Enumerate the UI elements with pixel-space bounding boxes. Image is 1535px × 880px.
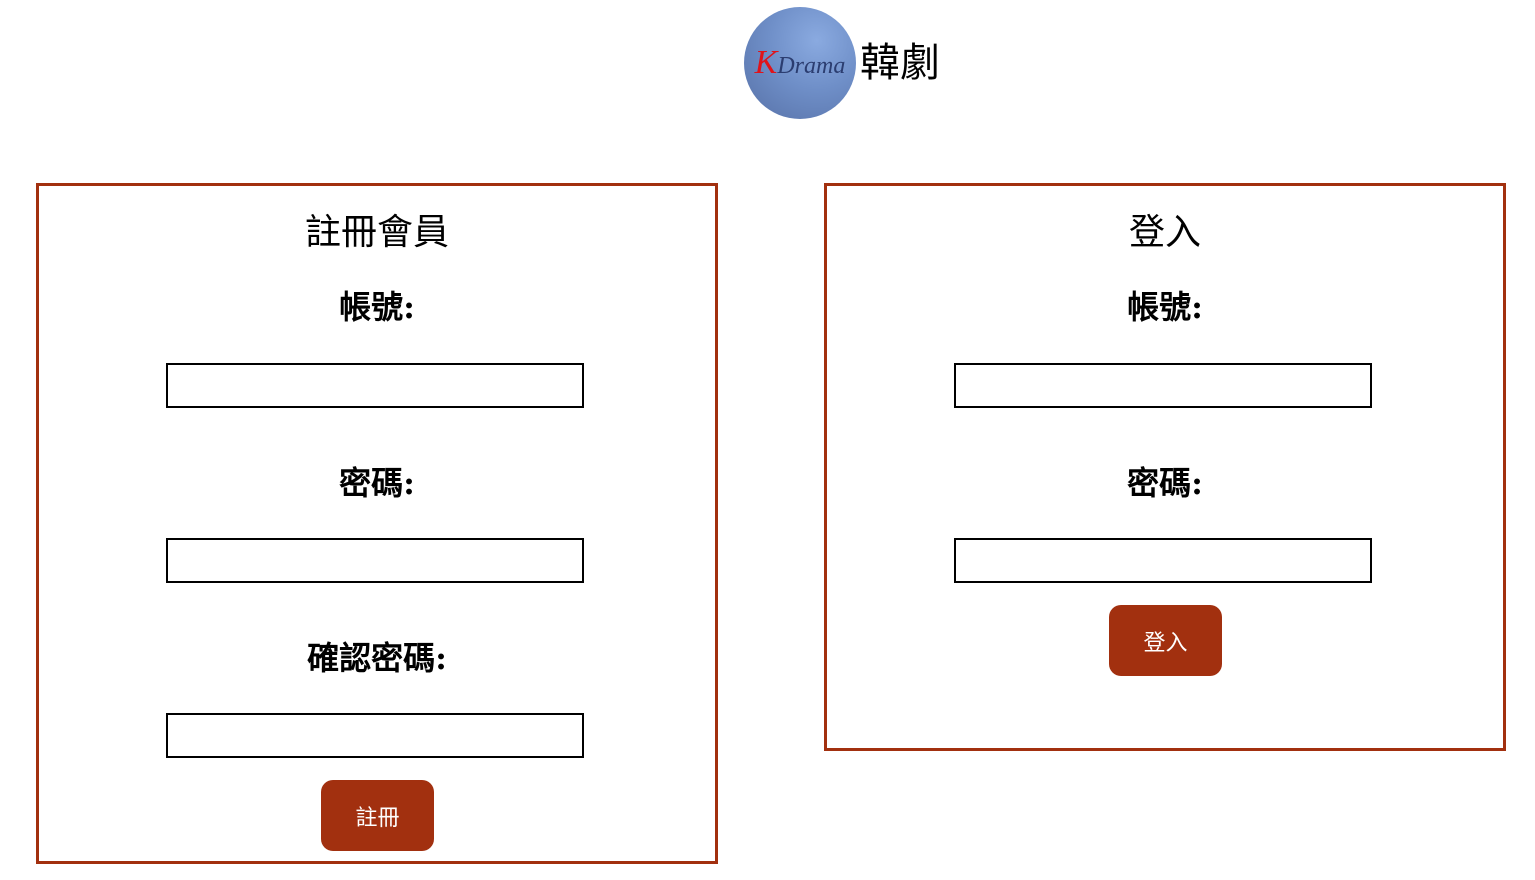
kdrama-logo[interactable]: KDrama bbox=[744, 7, 856, 119]
register-password-label: 密碼: bbox=[339, 464, 415, 502]
site-header: KDrama 韓劇 bbox=[744, 6, 940, 120]
register-password-input[interactable] bbox=[166, 538, 584, 583]
login-title: 登入 bbox=[1128, 212, 1201, 253]
logo-drama-word: Drama bbox=[777, 53, 846, 79]
register-confirm-password-input[interactable] bbox=[166, 713, 584, 758]
login-password-input[interactable] bbox=[954, 538, 1372, 583]
register-account-label: 帳號: bbox=[339, 288, 415, 326]
register-panel: 註冊會員 帳號: 密碼: 確認密碼: 註冊 bbox=[36, 183, 718, 864]
register-account-input[interactable] bbox=[166, 363, 584, 408]
register-button[interactable]: 註冊 bbox=[321, 780, 434, 851]
site-title: 韓劇 bbox=[860, 40, 940, 86]
login-password-label: 密碼: bbox=[1127, 464, 1203, 502]
logo-k-letter: K bbox=[754, 44, 778, 81]
register-title: 註冊會員 bbox=[304, 212, 449, 253]
login-button[interactable]: 登入 bbox=[1109, 605, 1222, 676]
login-panel: 登入 帳號: 密碼: 登入 bbox=[824, 183, 1506, 751]
login-account-label: 帳號: bbox=[1127, 288, 1203, 326]
register-confirm-password-label: 確認密碼: bbox=[307, 639, 447, 677]
login-account-input[interactable] bbox=[954, 363, 1372, 408]
logo-text: KDrama bbox=[755, 44, 846, 82]
